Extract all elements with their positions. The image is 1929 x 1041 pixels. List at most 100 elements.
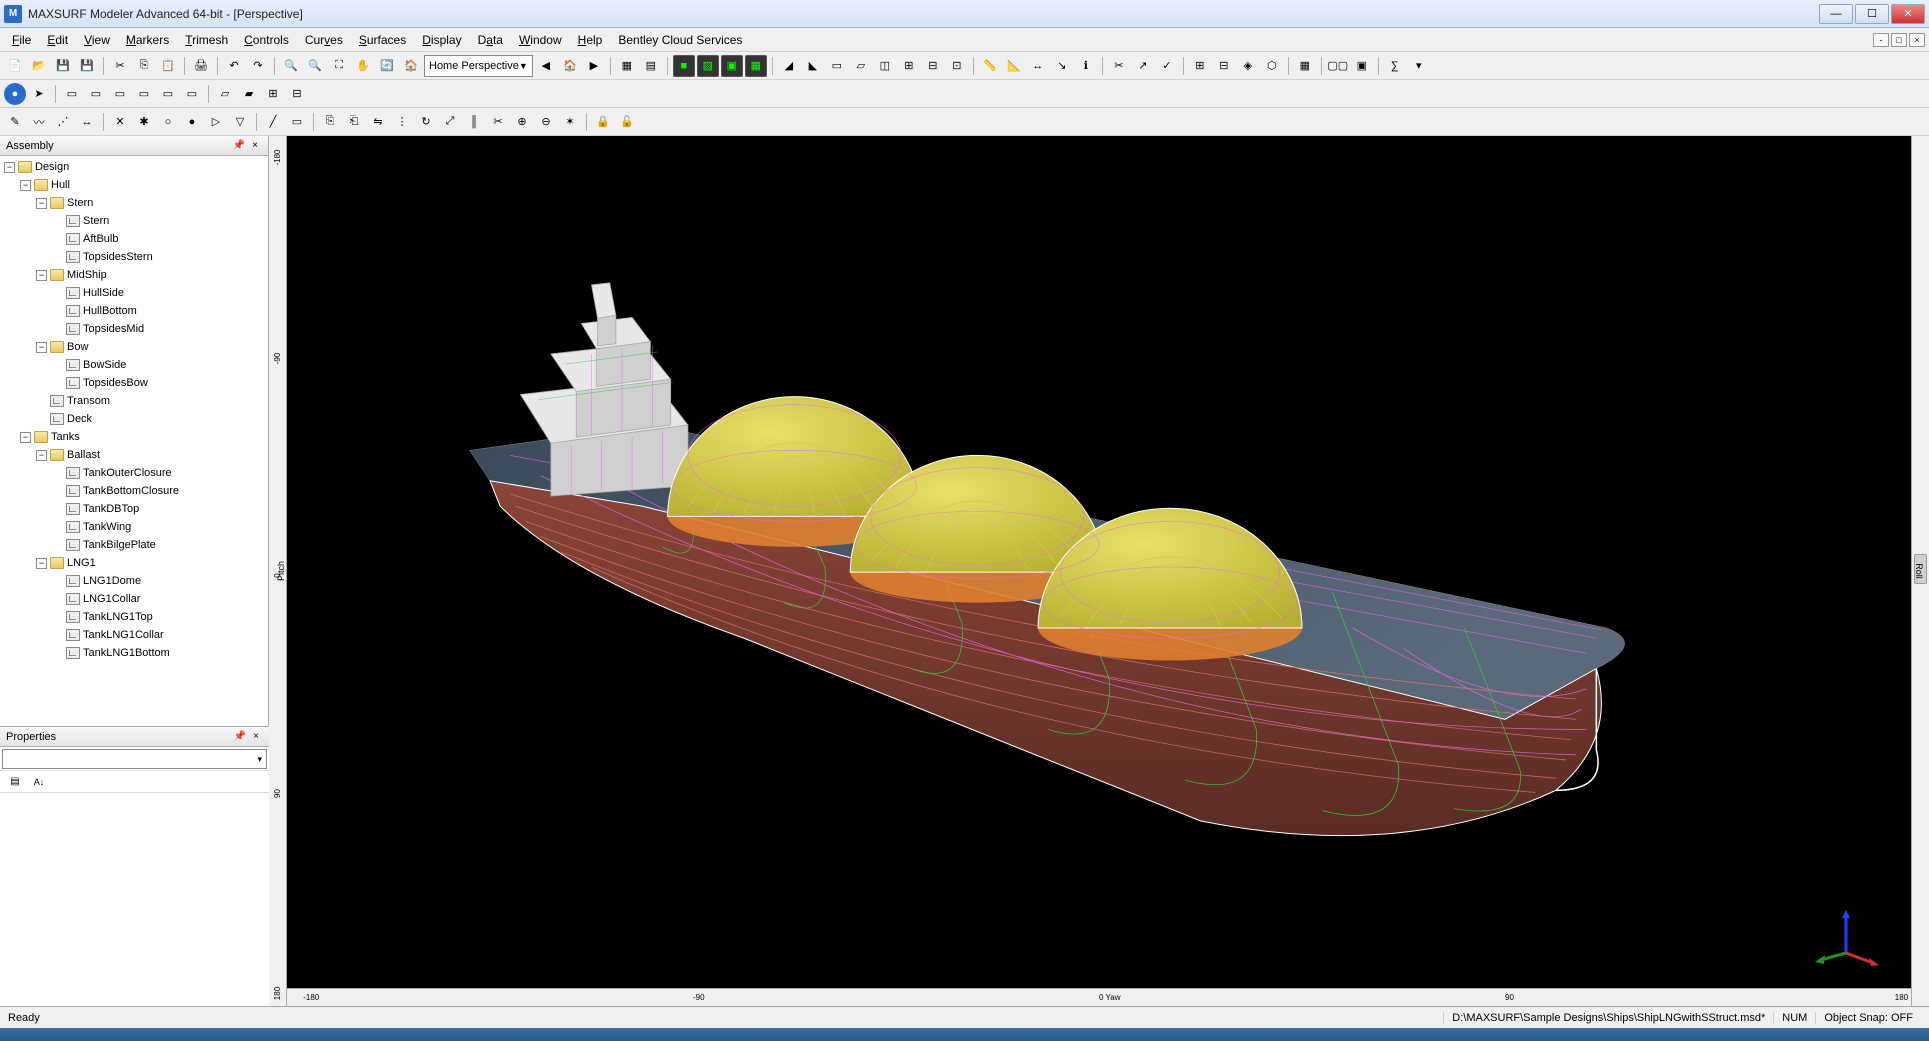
scrollbar-right[interactable]: Roll: [1911, 136, 1929, 1006]
render-shaded-button[interactable]: ▨: [697, 55, 719, 77]
mdi-minimize-button[interactable]: -: [1873, 33, 1889, 47]
frame2-button[interactable]: ▣: [1351, 55, 1373, 77]
view-persp-button[interactable]: ▱: [214, 83, 236, 105]
maximize-button[interactable]: ☐: [1855, 4, 1889, 24]
tree-node-tankbilgeplate[interactable]: TankBilgePlate: [0, 536, 268, 554]
scale-button[interactable]: ⤢: [439, 111, 461, 133]
menu-data[interactable]: Data: [470, 31, 511, 49]
tree-node-bowside[interactable]: BowSide: [0, 356, 268, 374]
properties-object-combo[interactable]: ▾: [2, 749, 267, 769]
copy-button[interactable]: ⎘: [133, 55, 155, 77]
surf-tool-e[interactable]: ◫: [874, 55, 896, 77]
draw-rect-button[interactable]: ▭: [286, 111, 308, 133]
copy-obj-button[interactable]: ⎘: [319, 111, 341, 133]
tree-node-bow[interactable]: −Bow: [0, 338, 268, 356]
menu-surfaces[interactable]: Surfaces: [351, 31, 414, 49]
view-bottom-button[interactable]: ▭: [181, 83, 203, 105]
prev-view-button[interactable]: ◀: [535, 55, 557, 77]
menu-edit[interactable]: Edit: [39, 31, 76, 49]
mesh-a-button[interactable]: ⊞: [1189, 55, 1211, 77]
tree-node-hullside[interactable]: HullSide: [0, 284, 268, 302]
tree-node-deck[interactable]: Deck: [0, 410, 268, 428]
edit-point-button[interactable]: ✎: [4, 111, 26, 133]
orbit-button[interactable]: ●: [4, 83, 26, 105]
tree-node-tanks[interactable]: −Tanks: [0, 428, 268, 446]
viewport-3d[interactable]: [287, 136, 1911, 988]
menu-trimesh[interactable]: Trimesh: [177, 31, 236, 49]
tree-toggle-icon[interactable]: −: [36, 198, 47, 209]
view-right-button[interactable]: ▭: [133, 83, 155, 105]
tree-node-tanklng1collar[interactable]: TankLNG1Collar: [0, 626, 268, 644]
mesh-b-button[interactable]: ⊟: [1213, 55, 1235, 77]
tree-node-midship[interactable]: −MidShip: [0, 266, 268, 284]
pin-icon[interactable]: 📌: [232, 139, 246, 153]
render-solid-button[interactable]: ■: [673, 55, 695, 77]
tree-node-tankouterclosure[interactable]: TankOuterClosure: [0, 464, 268, 482]
menu-display[interactable]: Display: [414, 31, 469, 49]
offset-button[interactable]: ║: [463, 111, 485, 133]
tree-toggle-icon[interactable]: −: [4, 162, 15, 173]
rotate-button[interactable]: 🔄: [376, 55, 398, 77]
tree-node-tankbottomclosure[interactable]: TankBottomClosure: [0, 482, 268, 500]
layers-button[interactable]: ▤: [640, 55, 662, 77]
surf-tool-f[interactable]: ⊞: [898, 55, 920, 77]
tree-node-hull[interactable]: −Hull: [0, 176, 268, 194]
grid-button[interactable]: ▦: [616, 55, 638, 77]
check-button[interactable]: ✓: [1156, 55, 1178, 77]
assembly-tree[interactable]: −Design−Hull−SternSternAftBulbTopsidesSt…: [0, 156, 268, 726]
tree-node-tankwing[interactable]: TankWing: [0, 518, 268, 536]
sort-az-icon[interactable]: A↓: [28, 771, 50, 793]
tree-node-design[interactable]: −Design: [0, 158, 268, 176]
new-button[interactable]: 📄: [4, 55, 26, 77]
view-top-button[interactable]: ▭: [157, 83, 179, 105]
zoom-in-button[interactable]: 🔍: [280, 55, 302, 77]
draw-line-button[interactable]: ╱: [262, 111, 284, 133]
tree-toggle-icon[interactable]: −: [36, 558, 47, 569]
saveall-button[interactable]: 💾: [76, 55, 98, 77]
view-iso-button[interactable]: ▰: [238, 83, 260, 105]
tree-toggle-icon[interactable]: −: [36, 342, 47, 353]
tree-node-hullbottom[interactable]: HullBottom: [0, 302, 268, 320]
marker-d-button[interactable]: ●: [181, 111, 203, 133]
unlock-button[interactable]: 🔓: [616, 111, 638, 133]
print-button[interactable]: 🖨: [190, 55, 212, 77]
tree-node-topsidesbow[interactable]: TopsidesBow: [0, 374, 268, 392]
tree-node-ballast[interactable]: −Ballast: [0, 446, 268, 464]
surf-tool-b[interactable]: ◣: [802, 55, 824, 77]
tree-node-tankdbtop[interactable]: TankDBTop: [0, 500, 268, 518]
paste-button[interactable]: 📋: [157, 55, 179, 77]
home-view-button[interactable]: 🏠: [400, 55, 422, 77]
tree-node-tanklng1bottom[interactable]: TankLNG1Bottom: [0, 644, 268, 662]
menu-bentley-cloud-services[interactable]: Bentley Cloud Services: [610, 31, 750, 49]
menu-help[interactable]: Help: [570, 31, 611, 49]
angle-button[interactable]: 📐: [1003, 55, 1025, 77]
marker-a-button[interactable]: ✕: [109, 111, 131, 133]
array-button[interactable]: ⋮: [391, 111, 413, 133]
tree-node-topsidesstern[interactable]: TopsidesStern: [0, 248, 268, 266]
tree-node-stern[interactable]: Stern: [0, 212, 268, 230]
tree-node-topsidesmid[interactable]: TopsidesMid: [0, 320, 268, 338]
mesh-c-button[interactable]: ◈: [1237, 55, 1259, 77]
menu-window[interactable]: Window: [511, 31, 570, 49]
render-transparent-button[interactable]: ▣: [721, 55, 743, 77]
tree-toggle-icon[interactable]: −: [36, 270, 47, 281]
measure-button[interactable]: 📏: [979, 55, 1001, 77]
menu-curves[interactable]: Curves: [297, 31, 351, 49]
tree-toggle-icon[interactable]: −: [36, 450, 47, 461]
properties-grid[interactable]: [0, 793, 269, 1006]
explode-button[interactable]: ✶: [559, 111, 581, 133]
close-button[interactable]: ✕: [1891, 4, 1925, 24]
marker-e-button[interactable]: ▷: [205, 111, 227, 133]
panel-close-icon[interactable]: ×: [248, 139, 262, 153]
tree-node-stern[interactable]: −Stern: [0, 194, 268, 212]
mdi-restore-button[interactable]: □: [1891, 33, 1907, 47]
marker-f-button[interactable]: ▽: [229, 111, 251, 133]
open-button[interactable]: 📂: [28, 55, 50, 77]
surf-tool-h[interactable]: ⊡: [946, 55, 968, 77]
save-button[interactable]: 💾: [52, 55, 74, 77]
surf-tool-c[interactable]: ▭: [826, 55, 848, 77]
pan-button[interactable]: ✋: [352, 55, 374, 77]
tree-node-aftbulb[interactable]: AftBulb: [0, 230, 268, 248]
minimize-button[interactable]: —: [1819, 4, 1853, 24]
view-back-button[interactable]: ▭: [85, 83, 107, 105]
